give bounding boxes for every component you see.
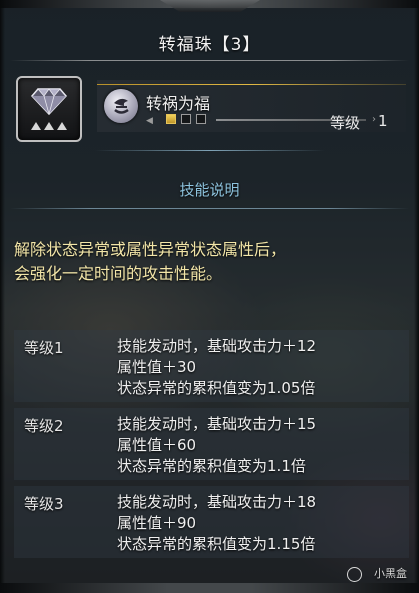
level-row-3: 等级3 技能发动时，基础攻击力＋18 属性值＋90 状态异常的累积值变为1.15… xyxy=(14,486,409,558)
level-name: 等级1 xyxy=(24,339,64,357)
section-header: 技能说明 xyxy=(179,181,240,199)
decoration-slot[interactable] xyxy=(16,76,82,142)
skill-level-label: 等级 xyxy=(330,114,361,132)
effect-line: 技能发动时，基础攻击力＋18 xyxy=(117,493,317,511)
watermark-logo-icon xyxy=(347,567,362,582)
level-row-2: 等级2 技能发动时，基础攻击力＋15 属性值＋60 状态异常的累积值变为1.1倍 xyxy=(14,408,409,480)
level-effects: 技能发动时，基础攻击力＋12 属性值＋30 状态异常的累积值变为1.05倍 xyxy=(117,336,316,399)
effect-line: 技能发动时，基础攻击力＋15 xyxy=(117,415,317,433)
watermark-text: 小黑盒 xyxy=(374,567,407,580)
effect-line: 状态异常的累积值变为1.1倍 xyxy=(117,457,306,475)
description-line: 会强化一定时间的攻击性能。 xyxy=(14,264,223,283)
gem-icon xyxy=(30,88,68,130)
frame-bottom-border xyxy=(0,583,419,593)
section-top-divider xyxy=(95,150,325,151)
effect-line: 属性值＋90 xyxy=(117,514,197,532)
effect-line: 状态异常的累积值变为1.15倍 xyxy=(117,535,316,553)
gauge-right-arrow-icon: › xyxy=(372,114,376,125)
effect-line: 属性值＋60 xyxy=(117,436,197,454)
level-name: 等级3 xyxy=(24,495,64,513)
level-row-1: 等级1 技能发动时，基础攻击力＋12 属性值＋30 状态异常的累积值变为1.05… xyxy=(14,330,409,402)
description-line: 解除状态异常或属性异常状态属性后， xyxy=(14,240,287,259)
gauge-left-arrow-icon: ◀ xyxy=(146,116,153,126)
effect-line: 技能发动时，基础攻击力＋12 xyxy=(117,337,317,355)
title-divider xyxy=(10,60,409,61)
level-pip-1 xyxy=(166,114,176,124)
skill-panel-accent-line xyxy=(97,84,406,85)
frame-left-border xyxy=(0,0,5,593)
level-effects: 技能发动时，基础攻击力＋18 属性值＋90 状态异常的累积值变为1.15倍 xyxy=(117,492,316,555)
level-effects: 技能发动时，基础攻击力＋15 属性值＋60 状态异常的累积值变为1.1倍 xyxy=(117,414,316,477)
effect-line: 属性值＋30 xyxy=(117,358,197,376)
level-name: 等级2 xyxy=(24,417,64,435)
window-title: 转福珠【3】 xyxy=(158,35,261,55)
skill-level-value: 1 xyxy=(378,112,388,130)
frame-right-border xyxy=(414,0,419,593)
effect-line: 状态异常的累积值变为1.05倍 xyxy=(117,379,316,397)
level-pip-3 xyxy=(196,114,206,124)
section-divider xyxy=(10,208,409,209)
level-pip-2 xyxy=(181,114,191,124)
skill-description: 解除状态异常或属性异常状态属性后， 会强化一定时间的攻击性能。 xyxy=(14,238,409,286)
skill-icon xyxy=(104,89,138,123)
skill-name: 转祸为福 xyxy=(146,94,211,113)
